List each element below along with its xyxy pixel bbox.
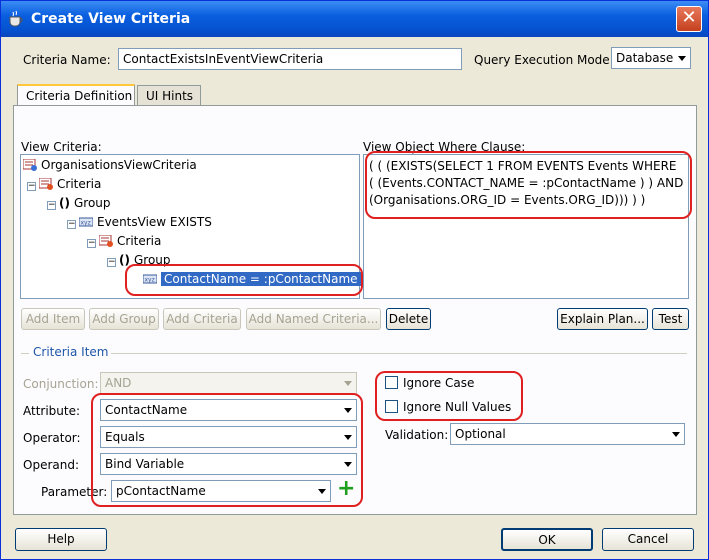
conjunction-select[interactable]: AND [100, 372, 357, 394]
chevron-down-icon [678, 56, 686, 61]
highlight-criteria-fields [91, 393, 363, 507]
tree-node-criteria[interactable]: − Criteria [27, 175, 101, 193]
operand-label: Operand: [23, 458, 79, 472]
tab-label: UI Hints [146, 89, 194, 103]
tree-node-label: Criteria [117, 234, 162, 248]
attribute-label: Attribute: [23, 404, 81, 418]
section-divider [111, 353, 687, 354]
collapse-icon[interactable]: − [87, 239, 96, 248]
tab-criteria-definition[interactable]: Criteria Definition [17, 84, 135, 106]
criteria-name-label: Criteria Name: [23, 53, 111, 67]
highlight-selected-item [125, 264, 363, 296]
add-criteria-button[interactable]: Add Criteria [163, 308, 241, 330]
svg-text:xyz: xyz [81, 220, 91, 227]
criteria-item-section-label: Criteria Item [33, 345, 109, 359]
operator-label: Operator: [23, 431, 81, 445]
close-icon: ✕ [681, 7, 697, 28]
tree-node-label: Criteria [57, 177, 102, 191]
explain-plan-button[interactable]: Explain Plan... [557, 308, 648, 330]
tree-node-group[interactable]: −() Group [47, 194, 111, 212]
test-button[interactable]: Test [652, 308, 689, 330]
query-mode-value: Database [616, 51, 674, 65]
conjunction-value: AND [105, 376, 132, 390]
query-mode-label: Query Execution Mode: [474, 53, 614, 67]
cancel-button[interactable]: Cancel [602, 528, 694, 551]
criteria-icon [99, 235, 113, 247]
section-divider [21, 353, 29, 354]
window-title: Create View Criteria [31, 11, 191, 27]
validation-label: Validation: [385, 428, 449, 442]
collapse-icon[interactable]: − [47, 201, 56, 210]
query-mode-select[interactable]: Database [611, 47, 691, 69]
tree-node-label: Group [73, 196, 111, 210]
validation-select[interactable]: Optional [450, 423, 685, 445]
delete-button[interactable]: Delete [386, 308, 431, 330]
tab-ui-hints[interactable]: UI Hints [137, 85, 201, 107]
add-group-button[interactable]: Add Group [89, 308, 159, 330]
dialog-window: Create View Criteria ✕ Criteria Name: Co… [0, 0, 709, 560]
collapse-icon[interactable]: − [27, 182, 36, 191]
collapse-icon[interactable]: − [67, 220, 76, 229]
coffee-cup-icon [9, 10, 23, 27]
title-bar: Create View Criteria ✕ [1, 1, 708, 37]
tree-node-label: OrganisationsViewCriteria [41, 158, 197, 172]
tree-node-root[interactable]: OrganisationsViewCriteria [23, 156, 197, 174]
close-button[interactable]: ✕ [676, 6, 702, 32]
ok-button[interactable]: OK [501, 528, 593, 551]
chevron-down-icon [672, 432, 680, 437]
tree-node-label: EventsView EXISTS [97, 215, 212, 229]
view-criteria-icon [23, 159, 37, 171]
chevron-down-icon [344, 381, 352, 386]
tree-node-exists[interactable]: − xyz EventsView EXISTS [67, 213, 212, 231]
highlight-checkboxes [375, 371, 523, 421]
view-criteria-label: View Criteria: [21, 140, 102, 154]
criteria-name-input[interactable]: ContactExistsInEventViewCriteria [118, 48, 462, 70]
highlight-where-clause [365, 151, 692, 219]
tab-label: Criteria Definition [26, 89, 133, 103]
group-parens-icon: () [59, 196, 70, 210]
validation-value: Optional [455, 427, 506, 441]
add-named-criteria-button[interactable]: Add Named Criteria... [246, 308, 381, 330]
tree-node-sub-criteria[interactable]: − Criteria [87, 232, 161, 250]
add-item-button[interactable]: Add Item [21, 308, 85, 330]
criteria-icon [39, 178, 53, 190]
conjunction-label: Conjunction: [23, 377, 99, 391]
view-object-icon: xyz [79, 217, 93, 227]
collapse-icon[interactable]: − [107, 258, 116, 267]
help-button[interactable]: Help [15, 528, 107, 551]
